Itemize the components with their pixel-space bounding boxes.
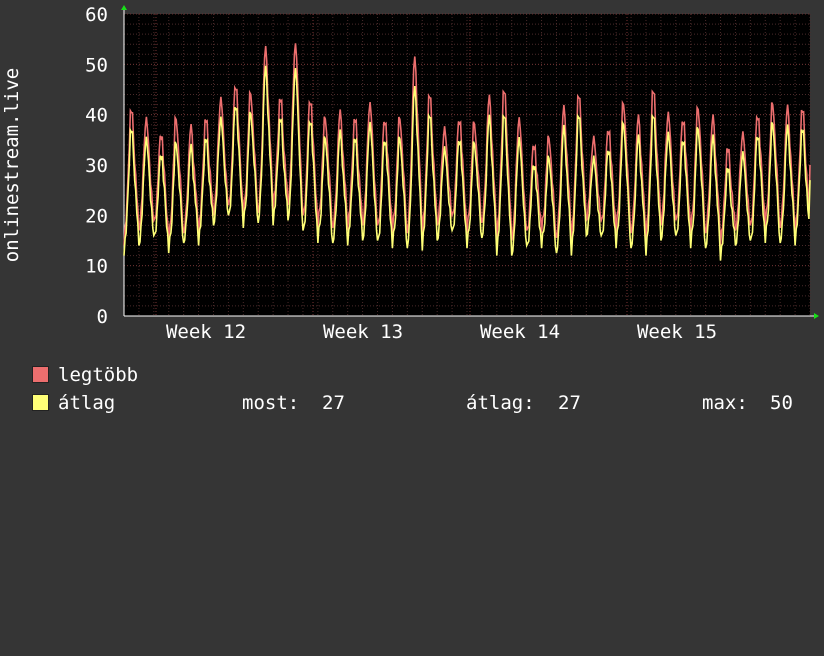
line-chart: 0 10 20 30 40 50 60 Week 12 Week 13 Week 14 Week 1… (1, 4, 819, 343)
stat-now-value: 27 (322, 392, 345, 414)
stat-max-label: max: (702, 392, 748, 414)
y-tick-label: 60 (85, 4, 108, 26)
y-tick-label: 10 (85, 256, 108, 278)
stat-avg-value: 27 (558, 392, 581, 414)
stat-avg-label: átlag: (466, 392, 535, 414)
y-tick-label: 50 (85, 54, 108, 76)
stat-now-label: most: (242, 392, 300, 414)
legend-swatch-max (32, 366, 49, 383)
legend-item-avg: átlag most: 27 átlag: 27 max: 50 (32, 392, 812, 414)
y-tick-label: 20 (85, 205, 108, 227)
x-tick-label: Week 12 (166, 321, 246, 343)
legend-swatch-avg (32, 394, 49, 411)
legend-label-max: legtöbb (58, 364, 139, 386)
x-tick-label: Week 14 (480, 321, 560, 343)
y-axis-title: onlinestream.live (1, 68, 23, 262)
legend-label-avg: átlag (58, 392, 116, 414)
x-tick-label: Week 15 (637, 321, 717, 343)
x-axis-arrow (814, 313, 819, 319)
y-axis-arrow (121, 5, 127, 10)
x-tick-label: Week 13 (323, 321, 403, 343)
y-tick-label: 0 (97, 306, 108, 328)
y-tick-label: 30 (85, 155, 108, 177)
y-tick-label: 40 (85, 105, 108, 127)
legend-item-max: legtöbb (32, 364, 138, 386)
stat-max-value: 50 (770, 392, 793, 414)
